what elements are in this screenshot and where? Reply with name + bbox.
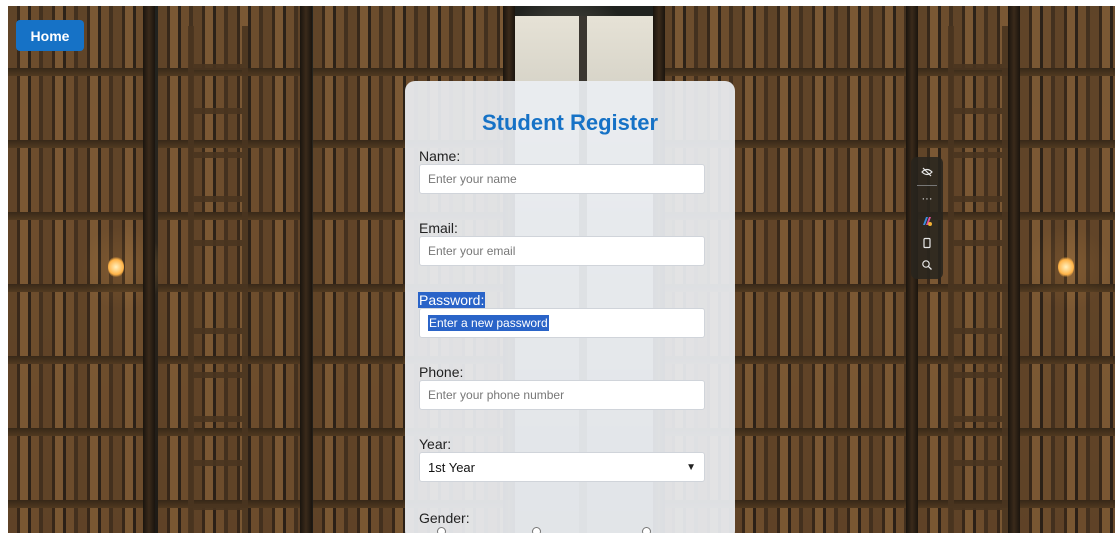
home-button[interactable]: Home (16, 20, 84, 51)
gender-radio-1[interactable] (437, 527, 446, 533)
password-placeholder: Enter a new password (428, 315, 549, 331)
year-label: Year: (419, 436, 452, 452)
name-input[interactable]: Enter your name (419, 164, 705, 194)
password-input[interactable]: Enter a new password (419, 308, 705, 338)
search-icon[interactable] (917, 256, 937, 274)
email-placeholder: Enter your email (428, 244, 516, 258)
gender-radio-3[interactable] (642, 527, 651, 533)
chevron-down-icon: ▼ (686, 461, 696, 473)
gender-label: Gender: (419, 510, 470, 526)
name-placeholder: Enter your name (428, 172, 517, 186)
password-label: Password: (418, 292, 486, 308)
register-form-card: Student Register Name: Enter your name E… (405, 81, 735, 533)
gender-radio-2[interactable] (532, 527, 541, 533)
year-selected-value: 1st Year (428, 459, 475, 475)
form-title: Student Register (481, 110, 659, 135)
phone-placeholder: Enter your phone number (428, 388, 565, 402)
hide-icon[interactable] (917, 163, 937, 181)
phone-label: Phone: (419, 364, 464, 380)
more-icon[interactable]: ··· (917, 190, 937, 208)
floating-toolbar: ··· (911, 157, 943, 279)
year-select[interactable]: 1st Year ▼ (419, 452, 705, 482)
email-input[interactable]: Enter your email (419, 236, 705, 266)
name-label: Name: (419, 148, 461, 164)
email-label: Email: (419, 220, 458, 236)
phone-input[interactable]: Enter your phone number (419, 380, 705, 410)
copy-icon[interactable] (917, 234, 937, 252)
copilot-icon[interactable] (917, 212, 937, 230)
